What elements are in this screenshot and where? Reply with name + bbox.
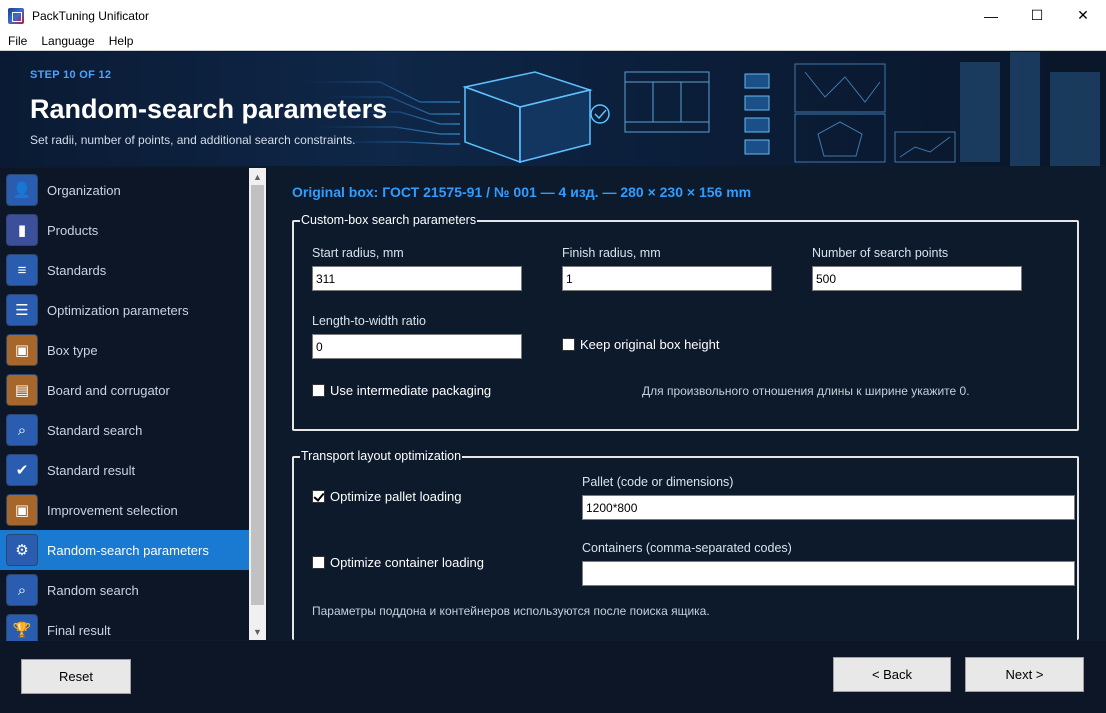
search-points-input[interactable] [812, 266, 1022, 291]
ratio-label: Length-to-width ratio [312, 314, 426, 328]
intermediate-packaging-checkbox[interactable]: Use intermediate packaging [312, 383, 491, 398]
sidebar-item-organization[interactable]: 👤 Organization [0, 170, 249, 210]
maximize-button[interactable]: ☐ [1014, 0, 1060, 31]
sidebar-item-board[interactable]: ▤ Board and corrugator [0, 370, 249, 410]
finish-radius-label: Finish radius, mm [562, 246, 661, 260]
container-loading-checkbox[interactable]: Optimize container loading [312, 555, 484, 570]
sidebar-item-random-params[interactable]: ⚙ Random-search parameters [0, 530, 249, 570]
header-banner: STEP 10 OF 12 Random-search parameters S… [0, 52, 1106, 166]
standard-result-icon: ✔ [6, 454, 38, 486]
sidebar-item-label: Products [47, 222, 99, 238]
sidebar-item-label: Optimization parameters [47, 302, 189, 318]
box-type-icon: ▣ [6, 334, 38, 366]
scroll-down-icon[interactable]: ▼ [249, 623, 266, 640]
scroll-up-icon[interactable]: ▲ [249, 168, 266, 185]
app-icon [8, 7, 24, 24]
containers-input[interactable] [582, 561, 1075, 586]
sidebar-item-label: Random-search parameters [47, 542, 209, 558]
ratio-input[interactable] [312, 334, 522, 359]
custom-box-legend: Custom-box search parameters [300, 213, 478, 227]
random-params-icon: ⚙ [6, 534, 38, 566]
minimize-button[interactable]: — [968, 0, 1014, 31]
sidebar-item-label: Standard result [47, 462, 136, 478]
intermediate-packaging-label: Use intermediate packaging [330, 383, 492, 398]
pallet-loading-checkbox[interactable]: Optimize pallet loading [312, 489, 462, 504]
sidebar-item-box-type[interactable]: ▣ Box type [0, 330, 249, 370]
sidebar-item-label: Standards [47, 262, 107, 278]
keep-height-checkbox[interactable]: Keep original box height [562, 337, 720, 352]
pallet-loading-label: Optimize pallet loading [330, 489, 462, 504]
footer-bar: Reset < Back Next > [0, 641, 1106, 713]
window-title: PackTuning Unificator [32, 8, 149, 23]
standards-icon: ≡ [6, 254, 38, 286]
step-indicator: STEP 10 OF 12 [30, 69, 112, 81]
pallet-field-label: Pallet (code or dimensions) [582, 475, 734, 489]
search-points-label: Number of search points [812, 246, 949, 260]
sidebar-item-improvement[interactable]: ▣ Improvement selection [0, 490, 249, 530]
sidebar-item-label: Organization [47, 182, 121, 198]
improvement-icon: ▣ [6, 494, 38, 526]
back-button[interactable]: < Back [833, 657, 951, 692]
sidebar-item-label: Random search [47, 582, 139, 598]
menu-bar: File Language Help [0, 31, 1106, 51]
random-search-icon: ⌕ [6, 574, 38, 606]
original-box-info: Original box: ГОСТ 21575-91 / № 001 — 4 … [292, 184, 752, 200]
start-radius-input[interactable] [312, 266, 522, 291]
ratio-note: Для произвольного отношения длины к шири… [642, 384, 970, 398]
containers-field-label: Containers (comma-separated codes) [582, 541, 792, 555]
reset-button[interactable]: Reset [21, 659, 131, 694]
sidebar-scrollbar[interactable]: ▲ ▼ [249, 168, 266, 640]
standard-search-icon: ⌕ [6, 414, 38, 446]
organization-icon: 👤 [6, 174, 38, 206]
transport-note: Параметры поддона и контейнеров использу… [312, 604, 710, 618]
transport-legend: Transport layout optimization [300, 449, 463, 463]
finish-radius-input[interactable] [562, 266, 772, 291]
menu-help[interactable]: Help [102, 34, 141, 48]
sidebar-item-random-search[interactable]: ⌕ Random search [0, 570, 249, 610]
sidebar-item-label: Improvement selection [47, 502, 178, 518]
pallet-input[interactable] [582, 495, 1075, 520]
title-bar: PackTuning Unificator — ☐ ✕ [0, 0, 1106, 31]
sidebar-item-standard-search[interactable]: ⌕ Standard search [0, 410, 249, 450]
box-illustration [462, 71, 593, 164]
pallet-loading-box[interactable] [312, 490, 325, 503]
sidebar: 👤 Organization ▮ Products ≡ Standards ☰ Optimiz… [0, 168, 268, 646]
transport-group: Transport layout optimization Optimize p… [292, 449, 1079, 640]
board-icon: ▤ [6, 374, 38, 406]
sidebar-item-standard-result[interactable]: ✔ Standard result [0, 450, 249, 490]
custom-box-group: Custom-box search parameters Start radiu… [292, 213, 1079, 431]
keep-height-label: Keep original box height [580, 337, 720, 352]
intermediate-packaging-box[interactable] [312, 384, 325, 397]
step-list: 👤 Organization ▮ Products ≡ Standards ☰ Optimiz… [0, 170, 249, 650]
next-button[interactable]: Next > [965, 657, 1084, 692]
close-button[interactable]: ✕ [1060, 0, 1106, 31]
scroll-thumb[interactable] [251, 185, 264, 605]
sidebar-item-label: Final result [47, 622, 111, 638]
keep-height-box[interactable] [562, 338, 575, 351]
sidebar-item-optimization[interactable]: ☰ Optimization parameters [0, 290, 249, 330]
sidebar-item-label: Standard search [47, 422, 143, 438]
window-controls: — ☐ ✕ [968, 0, 1106, 31]
container-loading-box[interactable] [312, 556, 325, 569]
menu-file[interactable]: File [0, 34, 34, 48]
container-loading-label: Optimize container loading [330, 555, 484, 570]
menu-language[interactable]: Language [34, 34, 101, 48]
sidebar-item-label: Board and corrugator [47, 382, 170, 398]
sidebar-item-products[interactable]: ▮ Products [0, 210, 249, 250]
start-radius-label: Start radius, mm [312, 246, 404, 260]
products-icon: ▮ [6, 214, 38, 246]
page-title: Random-search parameters [30, 94, 388, 124]
optimization-icon: ☰ [6, 294, 38, 326]
sidebar-item-label: Box type [47, 342, 98, 358]
main-panel: Original box: ГОСТ 21575-91 / № 001 — 4 … [268, 168, 1106, 640]
sidebar-item-standards[interactable]: ≡ Standards [0, 250, 249, 290]
page-subtitle: Set radii, number of points, and additio… [30, 133, 356, 147]
